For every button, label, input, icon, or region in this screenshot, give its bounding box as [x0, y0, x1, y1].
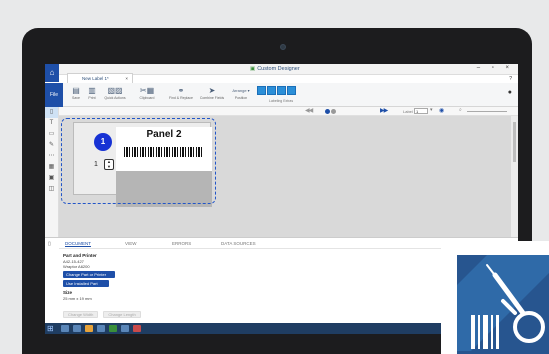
tab-errors[interactable]: ERRORS	[172, 241, 191, 246]
clipboard-icon: ✂▦	[139, 86, 155, 95]
taskbar-app-icon[interactable]	[109, 325, 117, 332]
save-icon: ▤	[72, 86, 80, 95]
panel-dots	[325, 109, 336, 114]
account-icon[interactable]: ●	[508, 89, 512, 96]
taskbar-app-icon[interactable]	[97, 325, 105, 332]
help-icon[interactable]: ?	[509, 76, 512, 82]
labeling-tool-3-icon[interactable]	[277, 86, 286, 95]
label-number-input[interactable]	[414, 108, 428, 114]
ribbon: File ▤ Save ▥ Print ▧▨ Quick Actions ✂▦ …	[45, 83, 518, 107]
tab-document[interactable]: DOCUMENT	[65, 241, 91, 247]
selection-outline	[61, 118, 216, 204]
design-canvas[interactable]: 1 1 ▲ ▼ Panel 2	[59, 116, 511, 237]
taskbar-app-icon[interactable]	[73, 325, 81, 332]
shape-tool-icon[interactable]: ▭	[45, 129, 58, 140]
app-title-text: Custom Designer	[257, 66, 300, 72]
taskbar-app-icon[interactable]	[85, 325, 93, 332]
clipboard-label: Clipboard	[139, 96, 155, 100]
size-value: 25 mm x 19 mm	[63, 296, 92, 301]
document-properties: Part and Printer A42-15-427 Wraptor A620…	[63, 253, 115, 301]
line-tool-icon[interactable]: ⋯	[45, 151, 58, 162]
previous-label-icon[interactable]: ◀◀	[305, 107, 313, 114]
zoom-icon[interactable]: ⌕	[459, 107, 462, 113]
close-tab-icon[interactable]: ×	[125, 74, 128, 83]
position-label: Position	[234, 96, 248, 100]
clipboard-button[interactable]: ✂▦ Clipboard	[132, 85, 162, 100]
size-heading: Size	[63, 290, 73, 295]
panel-dot[interactable]	[331, 109, 336, 114]
printer-name: Wraptor A6200	[63, 264, 90, 269]
use-installed-part-button[interactable]: Use Installed Part	[63, 280, 109, 287]
label-selector-caption: Label	[403, 108, 413, 114]
printer-icon: ▥	[88, 86, 96, 95]
arrow-right-icon: ➤	[208, 86, 216, 95]
labeling-tool-2-icon[interactable]	[267, 86, 276, 95]
home-button[interactable]: ⌂	[45, 64, 59, 82]
layers-tool-icon[interactable]: ◫	[45, 184, 58, 195]
go-to-label-icon[interactable]: ◉	[439, 107, 444, 114]
print-label: Print	[88, 96, 96, 100]
change-length-button[interactable]: Change Length	[103, 311, 141, 318]
text-tool-icon[interactable]: T	[45, 118, 58, 129]
labeling-tool-4-icon[interactable]	[287, 86, 296, 95]
quick-actions-icon: ▧▨	[107, 86, 123, 95]
document-tab-label: New Label 1*	[82, 76, 109, 81]
part-and-printer-heading: Part and Printer	[63, 253, 97, 258]
app-logo-icon: ▣	[250, 66, 256, 72]
binoculars-icon: ⚭	[177, 86, 185, 95]
combine-fields-label: Combine Fields	[199, 96, 225, 100]
size-actions: Change Width Change Length	[63, 311, 141, 318]
next-label-icon[interactable]: ▶▶	[380, 107, 388, 114]
barcode-tool-icon[interactable]: ▦	[45, 162, 58, 173]
symbol-tool-icon[interactable]: ✎	[45, 140, 58, 151]
change-width-button[interactable]: Change Width	[63, 311, 99, 318]
collapse-panel-icon[interactable]: ▯	[48, 241, 51, 247]
arrange-button[interactable]: Arrange ▾ Position	[231, 85, 251, 100]
print-button[interactable]: ▥ Print	[85, 85, 99, 100]
tab-view[interactable]: VIEW	[125, 241, 137, 246]
product-logo	[457, 255, 549, 354]
quick-actions-button[interactable]: ▧▨ Quick Actions	[101, 85, 129, 100]
combine-fields-button[interactable]: ➤ Combine Fields	[198, 85, 226, 100]
webcam	[280, 44, 286, 50]
zoom-slider[interactable]	[467, 111, 507, 112]
window-controls[interactable]: – ▫ ×	[477, 65, 514, 71]
labeling-tool-1-icon[interactable]	[257, 86, 266, 95]
barcode-pen-logo-icon	[457, 255, 549, 351]
document-tab[interactable]: New Label 1* ×	[67, 73, 133, 83]
start-button-icon[interactable]: ⊞	[47, 324, 54, 333]
tab-data-sources[interactable]: DATA SOURCES	[221, 241, 256, 246]
change-part-printer-button[interactable]: Change Part or Printer	[63, 271, 115, 278]
chevron-down-icon[interactable]: ▾	[430, 107, 433, 113]
taskbar-apps	[61, 325, 141, 332]
home-icon: ⌂	[49, 68, 55, 77]
tool-palette: ▯ T ▭ ✎ ⋯ ▦ ▣ ◫	[45, 107, 59, 237]
taskbar-app-icon[interactable]	[121, 325, 129, 332]
scrollbar-thumb[interactable]	[513, 122, 516, 162]
tabs-divider	[59, 248, 499, 249]
save-button[interactable]: ▤ Save	[69, 85, 83, 100]
arrange-label: Arrange	[232, 88, 247, 93]
labeling-extras-group	[257, 86, 296, 95]
label-navigation-bar: ◀◀ ▶▶ Label ▾ ◉ ⌕	[59, 107, 518, 116]
quick-actions-label: Quick Actions	[104, 96, 126, 100]
image-tool-icon[interactable]: ▣	[45, 173, 58, 184]
panel-dot-active[interactable]	[325, 109, 330, 114]
labeling-extras-caption: Labeling Extras	[269, 99, 294, 103]
taskbar-app-icon[interactable]	[61, 325, 69, 332]
file-button[interactable]: File	[45, 83, 63, 107]
arrange-icon: Arrange ▾	[232, 88, 250, 93]
taskbar-app-icon[interactable]	[133, 325, 141, 332]
find-replace-button[interactable]: ⚭ Find & Replace	[167, 85, 195, 100]
vertical-scrollbar[interactable]	[511, 116, 518, 237]
properties-tabs: DOCUMENT VIEW ERRORS DATA SOURCES	[59, 241, 499, 248]
select-tool-icon[interactable]: ▯	[45, 107, 58, 118]
find-replace-label: Find & Replace	[169, 96, 193, 100]
save-label: Save	[72, 96, 80, 100]
app-title: ▣ Custom Designer	[250, 66, 300, 72]
